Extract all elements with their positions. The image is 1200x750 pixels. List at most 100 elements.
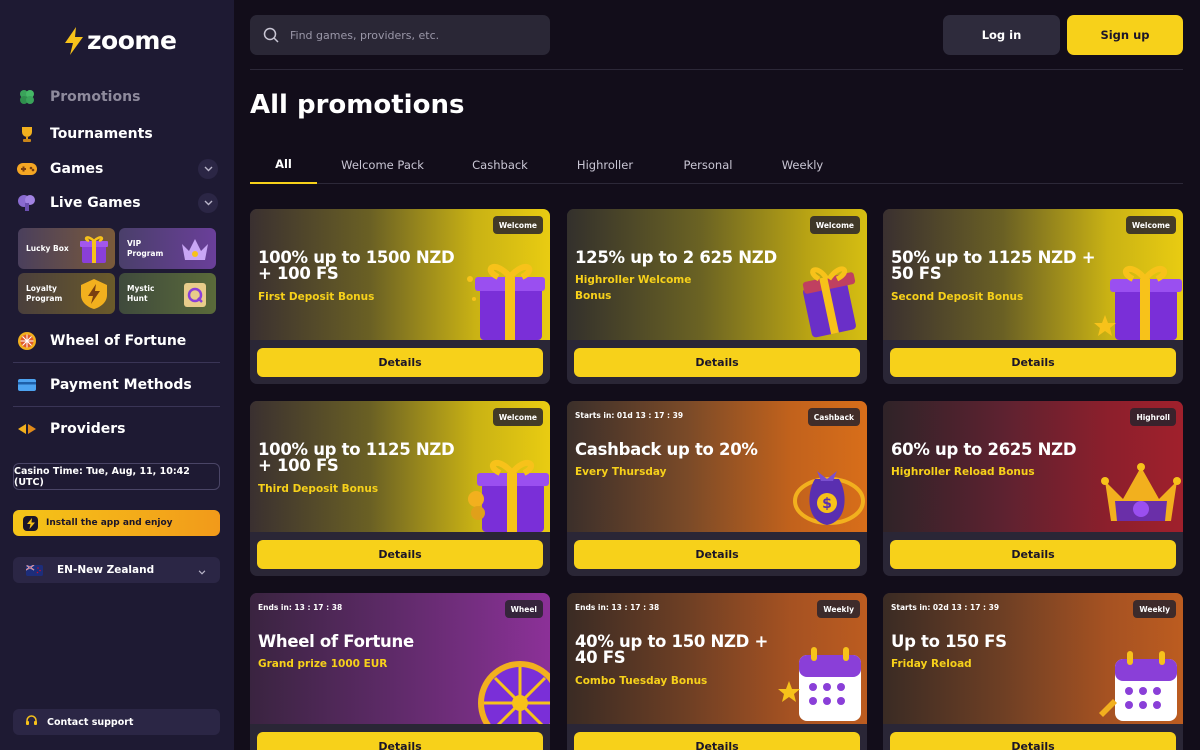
search-icon bbox=[263, 27, 279, 43]
install-app-button[interactable]: Install the app and enjoy bbox=[13, 510, 220, 536]
sidebar: zoome Promotions Tournaments Games Live … bbox=[0, 0, 234, 750]
promo-card: Starts in: 02d 13 : 17 : 39 Weekly Up to… bbox=[883, 593, 1183, 750]
svg-text:$: $ bbox=[822, 496, 832, 512]
tab-all[interactable]: All bbox=[250, 145, 317, 184]
promo-subtitle: Every Thursday bbox=[575, 466, 667, 478]
tile-loyalty-program[interactable]: Loyalty Program bbox=[18, 273, 115, 314]
language-label: EN-New Zealand bbox=[57, 564, 155, 576]
clover-icon bbox=[16, 86, 38, 108]
sidebar-item-label: Games bbox=[50, 161, 104, 177]
brand-logo[interactable]: zoome bbox=[63, 26, 177, 55]
sidebar-item-label: Live Games bbox=[50, 195, 141, 211]
details-button[interactable]: Details bbox=[890, 540, 1176, 569]
promo-card: Welcome 125% up to 2 625 NZD Highroller … bbox=[567, 209, 867, 384]
sidebar-item-live-games[interactable]: Live Games bbox=[16, 192, 141, 214]
signup-button[interactable]: Sign up bbox=[1067, 15, 1183, 55]
promo-card: Highroll 60% up to 2625 NZD Highroller R… bbox=[883, 401, 1183, 576]
promo-tag: Wheel bbox=[504, 600, 543, 618]
details-button[interactable]: Details bbox=[890, 732, 1176, 750]
promo-card: Ends in: 13 : 17 : 38 Weekly 40% up to 1… bbox=[567, 593, 867, 750]
sidebar-item-tournaments[interactable]: Tournaments bbox=[16, 123, 153, 145]
tile-label: VIP Program bbox=[127, 238, 164, 258]
contact-support-button[interactable]: Contact support bbox=[13, 709, 220, 735]
tab-weekly[interactable]: Weekly bbox=[765, 145, 840, 184]
promo-subtitle: Second Deposit Bonus bbox=[891, 291, 1024, 303]
promo-timer: Ends in: 13 : 17 : 38 bbox=[258, 603, 343, 612]
promo-timer: Starts in: 01d 13 : 17 : 39 bbox=[575, 411, 684, 420]
support-label: Contact support bbox=[47, 716, 134, 728]
promo-subtitle: Grand prize 1000 EUR bbox=[258, 658, 388, 670]
promo-title: Cashback up to 20% bbox=[575, 440, 758, 459]
sidebar-item-payment-methods[interactable]: Payment Methods bbox=[16, 374, 192, 396]
search-bar[interactable] bbox=[250, 15, 550, 55]
details-button[interactable]: Details bbox=[574, 540, 860, 569]
sidebar-item-label: Payment Methods bbox=[50, 377, 192, 393]
promo-subtitle: Friday Reload bbox=[891, 658, 972, 670]
promo-title: 125% up to 2 625 NZD bbox=[575, 248, 777, 267]
promo-timer: Starts in: 02d 13 : 17 : 39 bbox=[891, 603, 1000, 612]
crown-icon bbox=[1101, 463, 1181, 521]
cards-icon bbox=[16, 192, 38, 214]
tile-label: Loyalty Program bbox=[26, 283, 63, 303]
bolt-icon bbox=[23, 515, 38, 531]
promo-title: 40% up to 150 NZD + 40 FS bbox=[575, 632, 769, 667]
card-icon bbox=[16, 374, 38, 396]
details-button[interactable]: Details bbox=[574, 732, 860, 750]
promo-title: 60% up to 2625 NZD bbox=[891, 440, 1077, 459]
casino-time: Casino Time: Tue, Aug, 11, 10:42 (UTC) bbox=[13, 463, 220, 490]
details-button[interactable]: Details bbox=[257, 732, 543, 750]
promo-title: 100% up to 1500 NZD + 100 FS bbox=[258, 248, 455, 283]
promo-subtitle: Third Deposit Bonus bbox=[258, 483, 379, 495]
gift-box-icon bbox=[80, 236, 108, 263]
search-input[interactable] bbox=[290, 28, 530, 42]
promo-card: Welcome 50% up to 1125 NZD + 50 FS Secon… bbox=[883, 209, 1183, 384]
details-button[interactable]: Details bbox=[257, 348, 543, 377]
gamepad-icon bbox=[16, 158, 38, 180]
tab-cashback[interactable]: Cashback bbox=[455, 145, 545, 184]
promo-card: Welcome 100% up to 1125 NZD + 100 FS Thi… bbox=[250, 401, 550, 576]
promo-card: Welcome 100% up to 1500 NZD + 100 FS Fir… bbox=[250, 209, 550, 384]
calendar-icon bbox=[778, 647, 861, 721]
divider bbox=[250, 69, 1183, 70]
sidebar-item-providers[interactable]: Providers bbox=[16, 418, 125, 440]
promo-title: Wheel of Fortune bbox=[258, 632, 414, 651]
promo-tag: Cashback bbox=[807, 408, 860, 426]
details-button[interactable]: Details bbox=[890, 348, 1176, 377]
tab-highroller[interactable]: Highroller bbox=[560, 145, 650, 184]
promo-subtitle: Highroller Reload Bonus bbox=[891, 466, 1035, 478]
details-button[interactable]: Details bbox=[257, 540, 543, 569]
promo-tag: Highroll bbox=[1130, 408, 1176, 426]
headset-icon bbox=[25, 714, 38, 730]
divider bbox=[13, 406, 220, 407]
tile-vip-program[interactable]: VIP Program bbox=[119, 228, 216, 269]
login-button[interactable]: Log in bbox=[943, 15, 1060, 55]
chevron-down-icon[interactable] bbox=[198, 193, 218, 213]
promo-card: Starts in: 01d 13 : 17 : 39 Cashback Cas… bbox=[567, 401, 867, 576]
details-button[interactable]: Details bbox=[574, 348, 860, 377]
promo-subtitle: Highroller Welcome Bonus bbox=[575, 274, 692, 302]
tile-mystic-hunt[interactable]: Mystic Hunt bbox=[119, 273, 216, 314]
sidebar-item-promotions[interactable]: Promotions bbox=[16, 86, 140, 108]
scroll-icon bbox=[184, 283, 206, 307]
tile-label: Lucky Box bbox=[26, 243, 69, 253]
sidebar-item-label: Wheel of Fortune bbox=[50, 333, 187, 349]
tab-personal[interactable]: Personal bbox=[668, 145, 748, 184]
sidebar-item-label: Promotions bbox=[50, 89, 141, 105]
chevron-down-icon bbox=[198, 566, 206, 578]
promo-title: 100% up to 1125 NZD + 100 FS bbox=[258, 440, 455, 475]
install-label: Install the app and enjoy bbox=[46, 518, 173, 528]
tile-label: Mystic Hunt bbox=[127, 283, 155, 303]
money-bag-icon: $ bbox=[793, 471, 865, 525]
language-selector[interactable]: EN-New Zealand bbox=[13, 557, 220, 583]
chevron-down-icon[interactable] bbox=[198, 159, 218, 179]
page-title: All promotions bbox=[250, 90, 465, 120]
sidebar-item-games[interactable]: Games bbox=[16, 158, 103, 180]
gift-box-icon bbox=[1094, 265, 1182, 340]
promo-timer: Ends in: 13 : 17 : 38 bbox=[575, 603, 660, 612]
tab-welcome-pack[interactable]: Welcome Pack bbox=[330, 145, 435, 184]
nz-flag-icon bbox=[26, 564, 43, 576]
providers-icon bbox=[16, 418, 38, 440]
sidebar-item-wheel-of-fortune[interactable]: Wheel of Fortune bbox=[16, 330, 186, 352]
promotion-tabs: All Welcome Pack Cashback Highroller Per… bbox=[250, 145, 1183, 184]
tile-lucky-box[interactable]: Lucky Box bbox=[18, 228, 115, 269]
